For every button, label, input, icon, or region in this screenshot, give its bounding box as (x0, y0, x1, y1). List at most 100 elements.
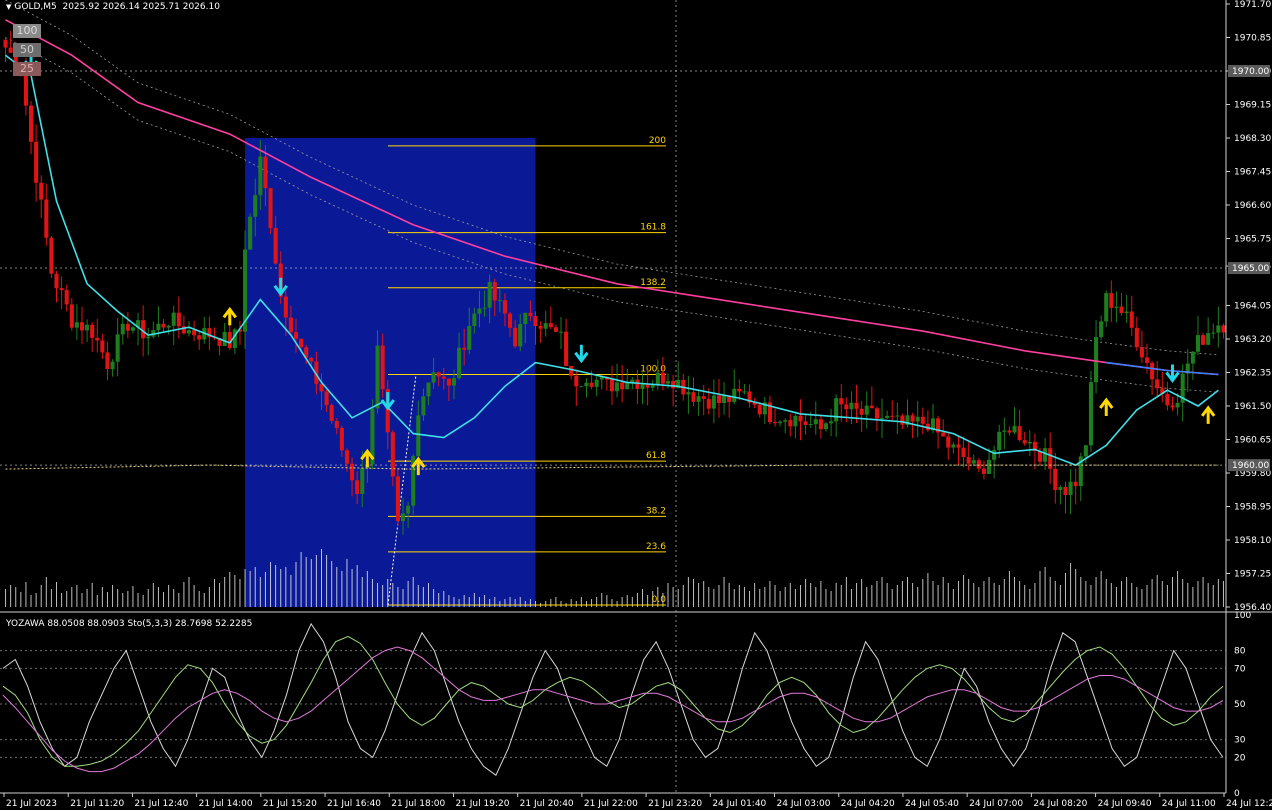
candle-body (1170, 405, 1175, 408)
candle-body (701, 396, 706, 400)
candle-body (1058, 487, 1063, 491)
candle-body (120, 323, 125, 335)
candle-body (788, 420, 793, 427)
time-tick-label: 24 Jul 08:20 (1033, 799, 1087, 809)
candle-body (1165, 393, 1170, 406)
time-tick-label: 21 Jul 16:40 (327, 799, 381, 809)
trading-chart[interactable]: 200161.8138.2100.061.838.223.60.01971.70… (0, 0, 1272, 810)
candle-body (890, 415, 895, 417)
candle-body (900, 415, 905, 425)
candle-body (192, 330, 197, 336)
candle-body (915, 416, 920, 422)
price-axis: 1971.70 1970.85 1970.00 1969.15 1968.30 1967.… (1226, 0, 1271, 613)
candle-body (1211, 332, 1216, 334)
candle-body (829, 421, 834, 424)
candle-body (1144, 357, 1150, 363)
candle-body (971, 460, 976, 464)
oscillator-main-line (2, 622, 1224, 776)
time-tick-label: 21 Jul 19:20 (455, 799, 509, 809)
candle-body (910, 415, 915, 422)
candle-body (742, 391, 747, 393)
fib-level-label: 161.8 (640, 223, 666, 233)
candle-body (849, 402, 854, 410)
candle-body (268, 188, 273, 228)
candle-body (64, 290, 69, 305)
candle-body (579, 386, 584, 388)
candle-body (176, 312, 181, 327)
candle-body (569, 366, 574, 376)
price-tick-label: 1960.65 (1234, 436, 1271, 446)
fib-level-label: 138.2 (640, 278, 666, 288)
candle-body (1002, 430, 1007, 432)
envelope-lower (5, 37, 1219, 393)
price-tick-label: 1964.05 (1234, 302, 1271, 312)
price-tick-label: 1965.75 (1234, 235, 1271, 245)
symbol-menu-icon[interactable]: ▼ (6, 3, 11, 11)
candle-body (691, 392, 696, 402)
oscillator-signal-line (2, 635, 1224, 767)
price-tick-label: 1958.10 (1234, 536, 1271, 546)
fib-level-label: 61.8 (646, 451, 666, 461)
time-tick-label: 21 Jul 15:20 (263, 799, 317, 809)
moving-average-slow (5, 19, 1219, 376)
candle-body (487, 282, 492, 308)
candle-body (39, 182, 44, 200)
candle-body (49, 237, 54, 274)
candle-body (462, 347, 467, 350)
time-tick-label: 21 Jul 22:00 (584, 799, 638, 809)
time-tick-label: 24 Jul 12:20 (1226, 799, 1272, 809)
candle-body (146, 336, 151, 339)
buy-arrow-icon (222, 306, 237, 326)
price-tick-label: 1971.70 (1234, 0, 1271, 10)
candle-body (834, 398, 839, 422)
candle-body (34, 141, 39, 183)
candle-body (987, 459, 992, 474)
candle-body (1068, 481, 1073, 495)
zoom-50-button[interactable]: 50 (13, 43, 41, 57)
oscillator-tick-label: 50 (1234, 700, 1246, 710)
candle-body (95, 337, 100, 341)
candle-body (186, 330, 192, 334)
candle-body (355, 480, 360, 494)
candle-body (1124, 311, 1129, 314)
candle-body (772, 422, 778, 424)
candle-body (1109, 293, 1114, 308)
fib-level-label: 0.0 (652, 595, 667, 605)
sell-arrow-icon (574, 344, 589, 364)
candle-body (706, 399, 711, 409)
candle-body (115, 334, 120, 362)
candle-body (1017, 426, 1022, 441)
candle-body (344, 450, 350, 464)
zoom-100-button[interactable]: 100 (13, 24, 41, 38)
candle-body (956, 444, 961, 448)
oscillator-tick-label: 70 (1234, 664, 1246, 674)
candle-body (635, 379, 640, 389)
candle-body (711, 395, 716, 409)
price-tick-label: 1969.15 (1234, 101, 1271, 111)
candle-body (992, 450, 997, 460)
candle-body (497, 300, 502, 302)
candle-body (609, 379, 614, 392)
candle-body (334, 420, 339, 428)
candle-body (156, 323, 161, 331)
candle-body (248, 216, 253, 250)
candle-body (283, 296, 288, 318)
candle-body (426, 382, 431, 397)
candle-body (436, 372, 441, 377)
candle-body (105, 352, 110, 370)
candle-body (467, 325, 472, 350)
candle-body (808, 424, 813, 426)
fib-level-label: 23.6 (646, 542, 666, 552)
candle-body (584, 382, 589, 387)
chart-header: ▼ GOLD,M5 2025.92 2026.14 2025.71 2026.10 (6, 2, 220, 12)
candle-body (293, 332, 299, 339)
candle-body (390, 432, 395, 477)
candle-body (533, 316, 538, 327)
candle-body (90, 324, 95, 338)
candle-body (1190, 351, 1195, 364)
candle-body (161, 323, 166, 328)
candle-body (1195, 335, 1201, 352)
candle-body (798, 415, 803, 422)
zoom-25-button[interactable]: 25 (13, 62, 41, 76)
candle-body (778, 421, 783, 424)
